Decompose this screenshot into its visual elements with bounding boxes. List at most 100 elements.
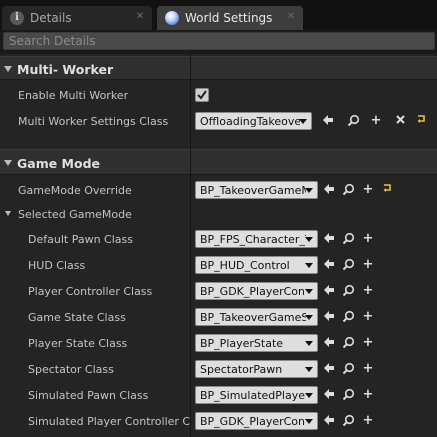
category-title: Game Mode — [17, 156, 101, 171]
combo-value: BP_SimulatedPlayer( — [200, 389, 306, 402]
property-row-game-state-class: Game State Class BP_TakeoverGameSt + — [0, 304, 437, 330]
tab-details[interactable]: i Details ✕ — [2, 6, 152, 30]
combo-value: BP_FPS_Character_T — [200, 233, 306, 246]
player-state-class-combo[interactable]: BP_PlayerState — [195, 334, 318, 352]
property-label: Simulated Pawn Class — [28, 389, 149, 402]
dropdown-arrow-icon — [305, 341, 313, 346]
property-label: Simulated Player Controller Clas — [28, 415, 190, 428]
chevron-down-icon[interactable] — [5, 211, 11, 216]
property-label: Default Pawn Class — [28, 233, 133, 246]
dropdown-arrow-icon — [305, 263, 313, 268]
use-selected-arrow-icon[interactable] — [321, 231, 337, 247]
add-plus-icon[interactable]: + — [360, 361, 376, 377]
add-plus-icon[interactable]: + — [360, 257, 376, 273]
add-plus-icon[interactable]: + — [360, 182, 376, 198]
dropdown-arrow-icon — [299, 119, 307, 124]
browse-search-icon[interactable] — [340, 182, 356, 198]
gamemode-override-combo[interactable]: BP_TakeoverGameM — [195, 181, 318, 199]
property-label: Spectator Class — [28, 363, 114, 376]
property-row-simulated-player-controller-clas: Simulated Player Controller Clas BP_GDK_P… — [0, 408, 437, 434]
property-label: Enable Multi Worker — [18, 89, 129, 102]
search-input[interactable]: Search Details — [3, 32, 435, 50]
enable-multi-worker-checkbox[interactable] — [195, 88, 209, 102]
multi-worker-settings-class-combo[interactable]: OffloadingTakeover — [195, 112, 312, 130]
dropdown-arrow-icon — [305, 315, 313, 320]
add-plus-icon[interactable]: + — [360, 335, 376, 351]
browse-search-icon[interactable] — [340, 231, 356, 247]
category-multi-worker[interactable]: Multi- Worker — [0, 56, 437, 80]
default-pawn-class-combo[interactable]: BP_FPS_Character_T — [195, 230, 318, 248]
property-label: GameMode Override — [18, 184, 132, 197]
dropdown-arrow-icon — [305, 188, 313, 193]
property-row-player-state-class: Player State Class BP_PlayerState + — [0, 330, 437, 356]
use-selected-arrow-icon[interactable] — [321, 309, 337, 325]
category-game-mode[interactable]: Game Mode — [0, 149, 437, 175]
close-icon[interactable]: ✕ — [134, 10, 146, 24]
spectator-class-combo[interactable]: SpectatorPawn — [195, 360, 318, 378]
info-icon: i — [10, 11, 24, 25]
use-selected-arrow-icon[interactable] — [321, 283, 337, 299]
combo-value: OffloadingTakeover — [200, 115, 300, 128]
dropdown-arrow-icon — [305, 367, 313, 372]
category-title: Multi- Worker — [17, 62, 114, 77]
reset-to-default-icon[interactable] — [413, 113, 429, 129]
add-plus-icon[interactable]: + — [360, 231, 376, 247]
player-controller-class-combo[interactable]: BP_GDK_PlayerContr — [195, 282, 318, 300]
use-selected-arrow-icon[interactable] — [321, 387, 337, 403]
game-state-class-combo[interactable]: BP_TakeoverGameSt — [195, 308, 318, 326]
browse-search-icon[interactable] — [340, 387, 356, 403]
dropdown-arrow-icon — [305, 289, 313, 294]
browse-search-icon[interactable] — [340, 335, 356, 351]
simulated-pawn-class-combo[interactable]: BP_SimulatedPlayer( — [195, 386, 318, 404]
add-plus-icon[interactable]: + — [360, 309, 376, 325]
world-globe-icon — [165, 11, 179, 25]
close-icon[interactable]: ✕ — [285, 10, 297, 24]
use-selected-arrow-icon[interactable] — [321, 182, 337, 198]
browse-search-icon[interactable] — [340, 309, 356, 325]
tab-world-settings-label: World Settings — [185, 11, 273, 25]
property-label: Multi Worker Settings Class — [18, 115, 169, 128]
browse-search-icon[interactable] — [340, 413, 356, 429]
combo-value: BP_TakeoverGameSt — [200, 311, 306, 324]
chevron-down-icon[interactable] — [4, 160, 12, 166]
combo-value: BP_PlayerState — [200, 337, 284, 350]
reset-to-default-icon[interactable] — [379, 182, 395, 198]
property-label: HUD Class — [28, 259, 86, 272]
add-plus-icon[interactable]: + — [368, 113, 384, 129]
add-plus-icon[interactable]: + — [360, 387, 376, 403]
clear-x-icon[interactable] — [392, 113, 408, 129]
property-label: Player State Class — [28, 337, 128, 350]
browse-search-icon[interactable] — [340, 361, 356, 377]
use-selected-arrow-icon[interactable] — [321, 413, 337, 429]
group-selected-gamemode[interactable]: Selected GameMode — [0, 203, 437, 225]
property-row-multi-worker-settings-class: Multi Worker Settings Class OffloadingTa… — [0, 108, 437, 134]
combo-value: SpectatorPawn — [200, 363, 283, 376]
property-label: Game State Class — [28, 311, 126, 324]
property-row-enable-multi-worker: Enable Multi Worker — [0, 82, 437, 108]
tab-bar: i Details ✕ World Settings ✕ — [0, 0, 437, 30]
dropdown-arrow-icon — [305, 237, 313, 242]
property-row-simulated-pawn-class: Simulated Pawn Class BP_SimulatedPlayer( + — [0, 382, 437, 408]
browse-search-icon[interactable] — [345, 113, 361, 129]
add-plus-icon[interactable]: + — [360, 283, 376, 299]
use-selected-arrow-icon[interactable] — [320, 113, 336, 129]
property-row-hud-class: HUD Class BP_HUD_Control + — [0, 252, 437, 278]
property-row-player-controller-class: Player Controller Class BP_GDK_PlayerCont… — [0, 278, 437, 304]
property-row-spectator-class: Spectator Class SpectatorPawn + — [0, 356, 437, 382]
property-row-gamemode-override: GameMode Override BP_TakeoverGameM + — [0, 177, 437, 203]
add-plus-icon[interactable]: + — [360, 413, 376, 429]
group-label: Selected GameMode — [18, 208, 132, 221]
hud-class-combo[interactable]: BP_HUD_Control — [195, 256, 318, 274]
combo-value: BP_TakeoverGameM — [200, 184, 306, 197]
use-selected-arrow-icon[interactable] — [321, 257, 337, 273]
use-selected-arrow-icon[interactable] — [321, 361, 337, 377]
browse-search-icon[interactable] — [340, 257, 356, 273]
column-divider[interactable] — [190, 54, 191, 437]
dropdown-arrow-icon — [305, 419, 313, 424]
browse-search-icon[interactable] — [340, 283, 356, 299]
use-selected-arrow-icon[interactable] — [321, 335, 337, 351]
chevron-down-icon[interactable] — [4, 66, 12, 72]
tab-world-settings[interactable]: World Settings ✕ — [157, 6, 303, 30]
property-row-default-pawn-class: Default Pawn Class BP_FPS_Character_T + — [0, 226, 437, 252]
simulated-player-controller-clas-combo[interactable]: BP_GDK_PlayerContr — [195, 412, 318, 430]
